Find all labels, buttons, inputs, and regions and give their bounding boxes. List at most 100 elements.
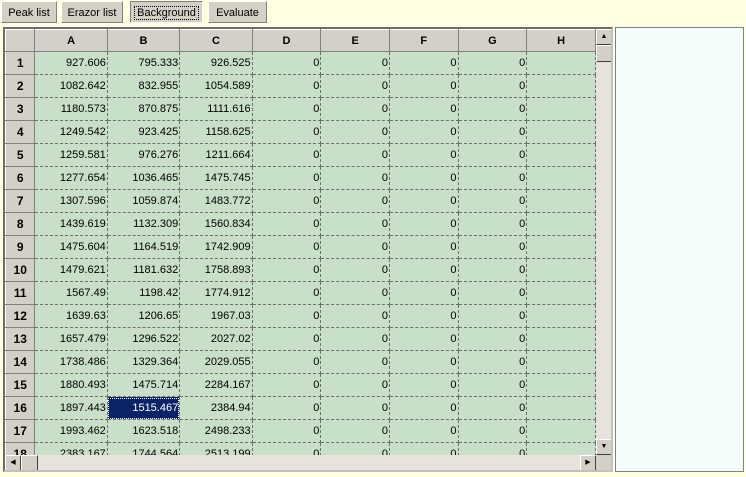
grid-cell[interactable]: 1758.893 bbox=[179, 258, 253, 282]
grid-cell[interactable]: 1657.479 bbox=[34, 327, 108, 351]
row-header[interactable]: 11 bbox=[5, 281, 36, 305]
grid-cell[interactable] bbox=[526, 212, 596, 236]
grid-cell[interactable]: 2383.167 bbox=[34, 442, 108, 455]
grid-cell[interactable] bbox=[526, 51, 596, 75]
grid-cell[interactable]: 0 bbox=[389, 419, 459, 443]
grid-cell[interactable]: 0 bbox=[458, 51, 528, 75]
grid-cell[interactable]: 0 bbox=[320, 143, 390, 167]
grid-cell[interactable]: 0 bbox=[252, 350, 322, 374]
row-header[interactable]: 17 bbox=[5, 419, 36, 443]
grid-cell[interactable]: 927.606 bbox=[34, 51, 108, 75]
grid-cell[interactable]: 2498.233 bbox=[179, 419, 253, 443]
grid-cell[interactable]: 0 bbox=[252, 442, 322, 455]
row-header[interactable]: 2 bbox=[5, 74, 36, 98]
grid-cell[interactable] bbox=[526, 189, 596, 213]
grid-cell[interactable] bbox=[526, 97, 596, 121]
grid-cell[interactable]: 923.425 bbox=[107, 120, 181, 144]
grid-cell[interactable]: 0 bbox=[320, 281, 390, 305]
tab-peak-list[interactable]: Peak list bbox=[1, 1, 57, 23]
grid-cell[interactable]: 0 bbox=[252, 235, 322, 259]
grid-cell[interactable]: 0 bbox=[252, 74, 322, 98]
grid-cell[interactable]: 1211.664 bbox=[179, 143, 253, 167]
grid-cell[interactable]: 0 bbox=[458, 235, 528, 259]
grid-cell[interactable]: 0 bbox=[458, 396, 528, 420]
grid-cell[interactable]: 1475.604 bbox=[34, 235, 108, 259]
row-header[interactable]: 12 bbox=[5, 304, 36, 328]
grid-cell[interactable]: 0 bbox=[252, 373, 322, 397]
grid-cell[interactable]: 0 bbox=[252, 97, 322, 121]
row-header[interactable]: 1 bbox=[5, 51, 36, 75]
grid-cell[interactable]: 1132.309 bbox=[107, 212, 181, 236]
grid-cell[interactable]: 1515.467 bbox=[107, 396, 181, 420]
grid-cell[interactable]: 0 bbox=[458, 304, 528, 328]
grid-cell[interactable]: 0 bbox=[389, 350, 459, 374]
grid-cell[interactable]: 2027.02 bbox=[179, 327, 253, 351]
column-header-e[interactable]: E bbox=[320, 29, 390, 52]
grid-cell[interactable]: 0 bbox=[252, 281, 322, 305]
grid-cell[interactable]: 0 bbox=[320, 120, 390, 144]
grid-cell[interactable]: 0 bbox=[320, 189, 390, 213]
row-header[interactable]: 6 bbox=[5, 166, 36, 190]
grid-cell[interactable]: 0 bbox=[389, 327, 459, 351]
grid-cell[interactable]: 832.955 bbox=[107, 74, 181, 98]
grid-cell[interactable]: 1742.909 bbox=[179, 235, 253, 259]
grid-cell[interactable]: 1738.486 bbox=[34, 350, 108, 374]
grid-cell[interactable]: 1249.542 bbox=[34, 120, 108, 144]
grid-cell[interactable]: 0 bbox=[320, 235, 390, 259]
grid-cell[interactable]: 1475.745 bbox=[179, 166, 253, 190]
grid-cell[interactable]: 0 bbox=[252, 212, 322, 236]
grid-cell[interactable]: 0 bbox=[389, 304, 459, 328]
grid-cell[interactable]: 0 bbox=[320, 304, 390, 328]
grid-cell[interactable]: 1296.522 bbox=[107, 327, 181, 351]
column-header-b[interactable]: B bbox=[106, 29, 181, 52]
grid-cell[interactable]: 0 bbox=[389, 442, 459, 455]
grid-cell[interactable]: 0 bbox=[389, 74, 459, 98]
column-header-g[interactable]: G bbox=[457, 29, 528, 52]
grid-cell[interactable]: 0 bbox=[389, 281, 459, 305]
grid-cell[interactable]: 1181.632 bbox=[107, 258, 181, 282]
grid-cell[interactable]: 1744.564 bbox=[107, 442, 181, 455]
scroll-up-icon[interactable]: ▲ bbox=[596, 29, 611, 45]
row-header[interactable]: 9 bbox=[5, 235, 36, 259]
grid-cell[interactable]: 1206.65 bbox=[107, 304, 181, 328]
grid-cell[interactable]: 0 bbox=[458, 442, 528, 455]
row-header[interactable]: 15 bbox=[5, 373, 36, 397]
grid-cell[interactable]: 1307.596 bbox=[34, 189, 108, 213]
grid-cell[interactable]: 1897.443 bbox=[34, 396, 108, 420]
grid-cell[interactable]: 2284.167 bbox=[179, 373, 253, 397]
row-header[interactable]: 5 bbox=[5, 143, 36, 167]
row-header[interactable]: 18 bbox=[5, 442, 36, 455]
grid-cell[interactable]: 0 bbox=[458, 143, 528, 167]
grid-cell[interactable]: 0 bbox=[320, 350, 390, 374]
grid-cell[interactable]: 0 bbox=[320, 51, 390, 75]
grid-cell[interactable]: 1567.49 bbox=[34, 281, 108, 305]
grid-corner-header[interactable] bbox=[5, 29, 36, 52]
grid-cell[interactable]: 0 bbox=[320, 212, 390, 236]
grid-cell[interactable]: 0 bbox=[320, 327, 390, 351]
grid-cell[interactable]: 0 bbox=[252, 396, 322, 420]
vertical-scrollbar[interactable]: ▲ ▼ bbox=[596, 29, 611, 455]
grid-cell[interactable]: 1639.63 bbox=[34, 304, 108, 328]
grid-cell[interactable] bbox=[526, 396, 596, 420]
grid-cell[interactable]: 0 bbox=[320, 396, 390, 420]
grid-cell[interactable]: 0 bbox=[389, 97, 459, 121]
grid-cell[interactable]: 0 bbox=[252, 143, 322, 167]
grid-cell[interactable] bbox=[526, 327, 596, 351]
grid-cell[interactable]: 0 bbox=[320, 166, 390, 190]
row-header[interactable]: 7 bbox=[5, 189, 36, 213]
grid-cell[interactable]: 0 bbox=[458, 350, 528, 374]
row-header[interactable]: 8 bbox=[5, 212, 36, 236]
row-header[interactable]: 14 bbox=[5, 350, 36, 374]
grid-cell[interactable]: 2513.199 bbox=[179, 442, 253, 455]
grid-cell[interactable]: 1993.462 bbox=[34, 419, 108, 443]
horizontal-scrollbar[interactable]: ◀ ▶ bbox=[5, 455, 596, 470]
grid-cell[interactable]: 1560.834 bbox=[179, 212, 253, 236]
grid-cell[interactable]: 1111.616 bbox=[179, 97, 253, 121]
grid-cell[interactable] bbox=[526, 74, 596, 98]
grid-cell[interactable]: 1198.42 bbox=[107, 281, 181, 305]
grid-cell[interactable]: 1967.03 bbox=[179, 304, 253, 328]
grid-cell[interactable]: 0 bbox=[252, 419, 322, 443]
grid-cell[interactable]: 0 bbox=[320, 258, 390, 282]
horizontal-scroll-thumb[interactable] bbox=[21, 455, 38, 470]
grid-cell[interactable]: 795.333 bbox=[107, 51, 181, 75]
